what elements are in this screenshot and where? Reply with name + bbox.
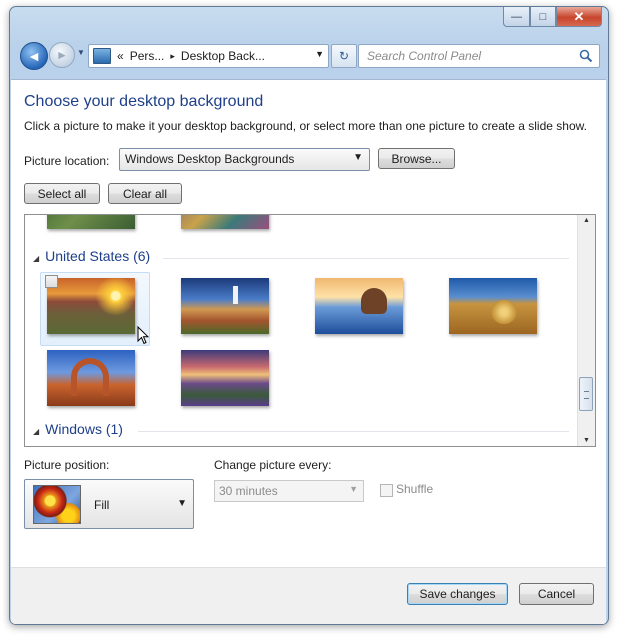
change-interval-select[interactable]: 30 minutes ▼ [214, 480, 364, 502]
group-title: United States (6) [45, 248, 151, 264]
content-pane: Choose your desktop background Click a p… [11, 79, 606, 624]
mouse-cursor-icon [137, 326, 149, 345]
magnifier-icon[interactable] [579, 49, 593, 63]
address-dropdown-icon[interactable]: ▼ [315, 49, 324, 59]
chevron-down-icon: ▼ [177, 498, 187, 509]
thumbnail-sea-stack-rock[interactable] [315, 278, 403, 334]
forward-arrow-icon: ► [56, 48, 68, 62]
change-interval-value: 30 minutes [219, 484, 278, 498]
forward-button[interactable]: ► [49, 42, 75, 68]
picture-location-label: Picture location: [24, 154, 110, 168]
minimize-button[interactable]: — [503, 7, 530, 27]
hay-bale-shape [491, 300, 517, 324]
picture-location-value: Windows Desktop Backgrounds [125, 152, 295, 166]
thumbnail-lupine-lake[interactable] [181, 350, 269, 406]
caption-buttons: — □ ✕ [503, 7, 602, 27]
thumbnail-partial-2[interactable] [181, 215, 269, 229]
page-description: Click a picture to make it your desktop … [24, 119, 587, 133]
address-chevrons[interactable]: « [117, 49, 124, 63]
thumbnail-checkbox[interactable] [45, 275, 58, 288]
group-header-windows[interactable]: ◢ Windows (1) [33, 421, 123, 437]
chevron-down-icon: ▼ [349, 484, 358, 494]
group-divider [163, 258, 569, 259]
shuffle-checkbox[interactable] [380, 484, 393, 497]
collapse-icon[interactable]: ◢ [33, 427, 39, 436]
back-button[interactable]: ◄ [20, 42, 48, 70]
search-input[interactable]: Search Control Panel [358, 44, 600, 68]
control-panel-window: — □ ✕ ◄ ► ▼ « Pers... ▸ Desktop Back... … [9, 6, 609, 625]
cancel-button[interactable]: Cancel [519, 583, 594, 605]
scroll-up-icon[interactable]: ▲ [583, 217, 590, 224]
select-all-button[interactable]: Select all [24, 183, 100, 204]
thumbnail-lighthouse-coast[interactable] [181, 278, 269, 334]
thumbnail-delicate-arch[interactable] [47, 350, 135, 406]
group-title: Windows (1) [45, 421, 123, 437]
picture-position-select[interactable]: Fill ▼ [24, 479, 194, 529]
control-panel-icon [93, 48, 111, 64]
thumbnail-sunset-meadow[interactable] [47, 278, 135, 334]
breadcrumb-separator-icon[interactable]: ▸ [170, 51, 175, 62]
back-arrow-icon: ◄ [27, 48, 41, 64]
collapse-icon[interactable]: ◢ [33, 254, 39, 263]
page-title: Choose your desktop background [24, 93, 264, 110]
arch-shape [71, 358, 109, 396]
group-divider [138, 431, 569, 432]
navigation-bar: ◄ ► ▼ « Pers... ▸ Desktop Back... ▼ ↻ Se… [10, 39, 608, 73]
picture-position-value: Fill [94, 498, 110, 512]
shuffle-label[interactable]: Shuffle [396, 482, 433, 496]
scroll-down-icon[interactable]: ▼ [583, 437, 590, 444]
browse-button[interactable]: Browse... [378, 148, 455, 169]
address-bar[interactable]: « Pers... ▸ Desktop Back... ▼ [88, 44, 329, 68]
refresh-button[interactable]: ↻ [331, 44, 357, 68]
chevron-down-icon: ▼ [353, 152, 363, 163]
thumbnail-hay-bale-field[interactable] [449, 278, 537, 334]
breadcrumb-personalization[interactable]: Pers... [130, 49, 165, 63]
lighthouse-shape [233, 286, 238, 304]
scrollbar-thumb[interactable] [579, 377, 593, 411]
clear-all-button[interactable]: Clear all [108, 183, 182, 204]
background-gallery[interactable]: ◢ United States (6) ◢ Windows (1) ▲ ▼ [24, 214, 596, 447]
dialog-footer: Save changes Cancel [11, 567, 606, 624]
rock-shape [361, 288, 387, 314]
refresh-icon: ↻ [338, 49, 350, 63]
maximize-button[interactable]: □ [530, 7, 556, 27]
close-button[interactable]: ✕ [556, 7, 602, 27]
search-placeholder: Search Control Panel [367, 49, 482, 63]
group-header-united-states[interactable]: ◢ United States (6) [33, 248, 150, 264]
save-changes-button[interactable]: Save changes [407, 583, 508, 605]
change-interval-label: Change picture every: [214, 458, 332, 472]
flower-preview-icon [33, 485, 81, 524]
gallery-scrollbar[interactable]: ▲ ▼ [577, 215, 595, 446]
picture-position-label: Picture position: [24, 458, 110, 472]
picture-location-select[interactable]: Windows Desktop Backgrounds ▼ [119, 148, 370, 171]
breadcrumb-desktop-background[interactable]: Desktop Back... [181, 49, 265, 63]
scrollbar-grip-icon [584, 391, 589, 399]
thumbnail-partial-1[interactable] [47, 215, 135, 229]
recent-pages-dropdown-icon[interactable]: ▼ [77, 48, 85, 57]
